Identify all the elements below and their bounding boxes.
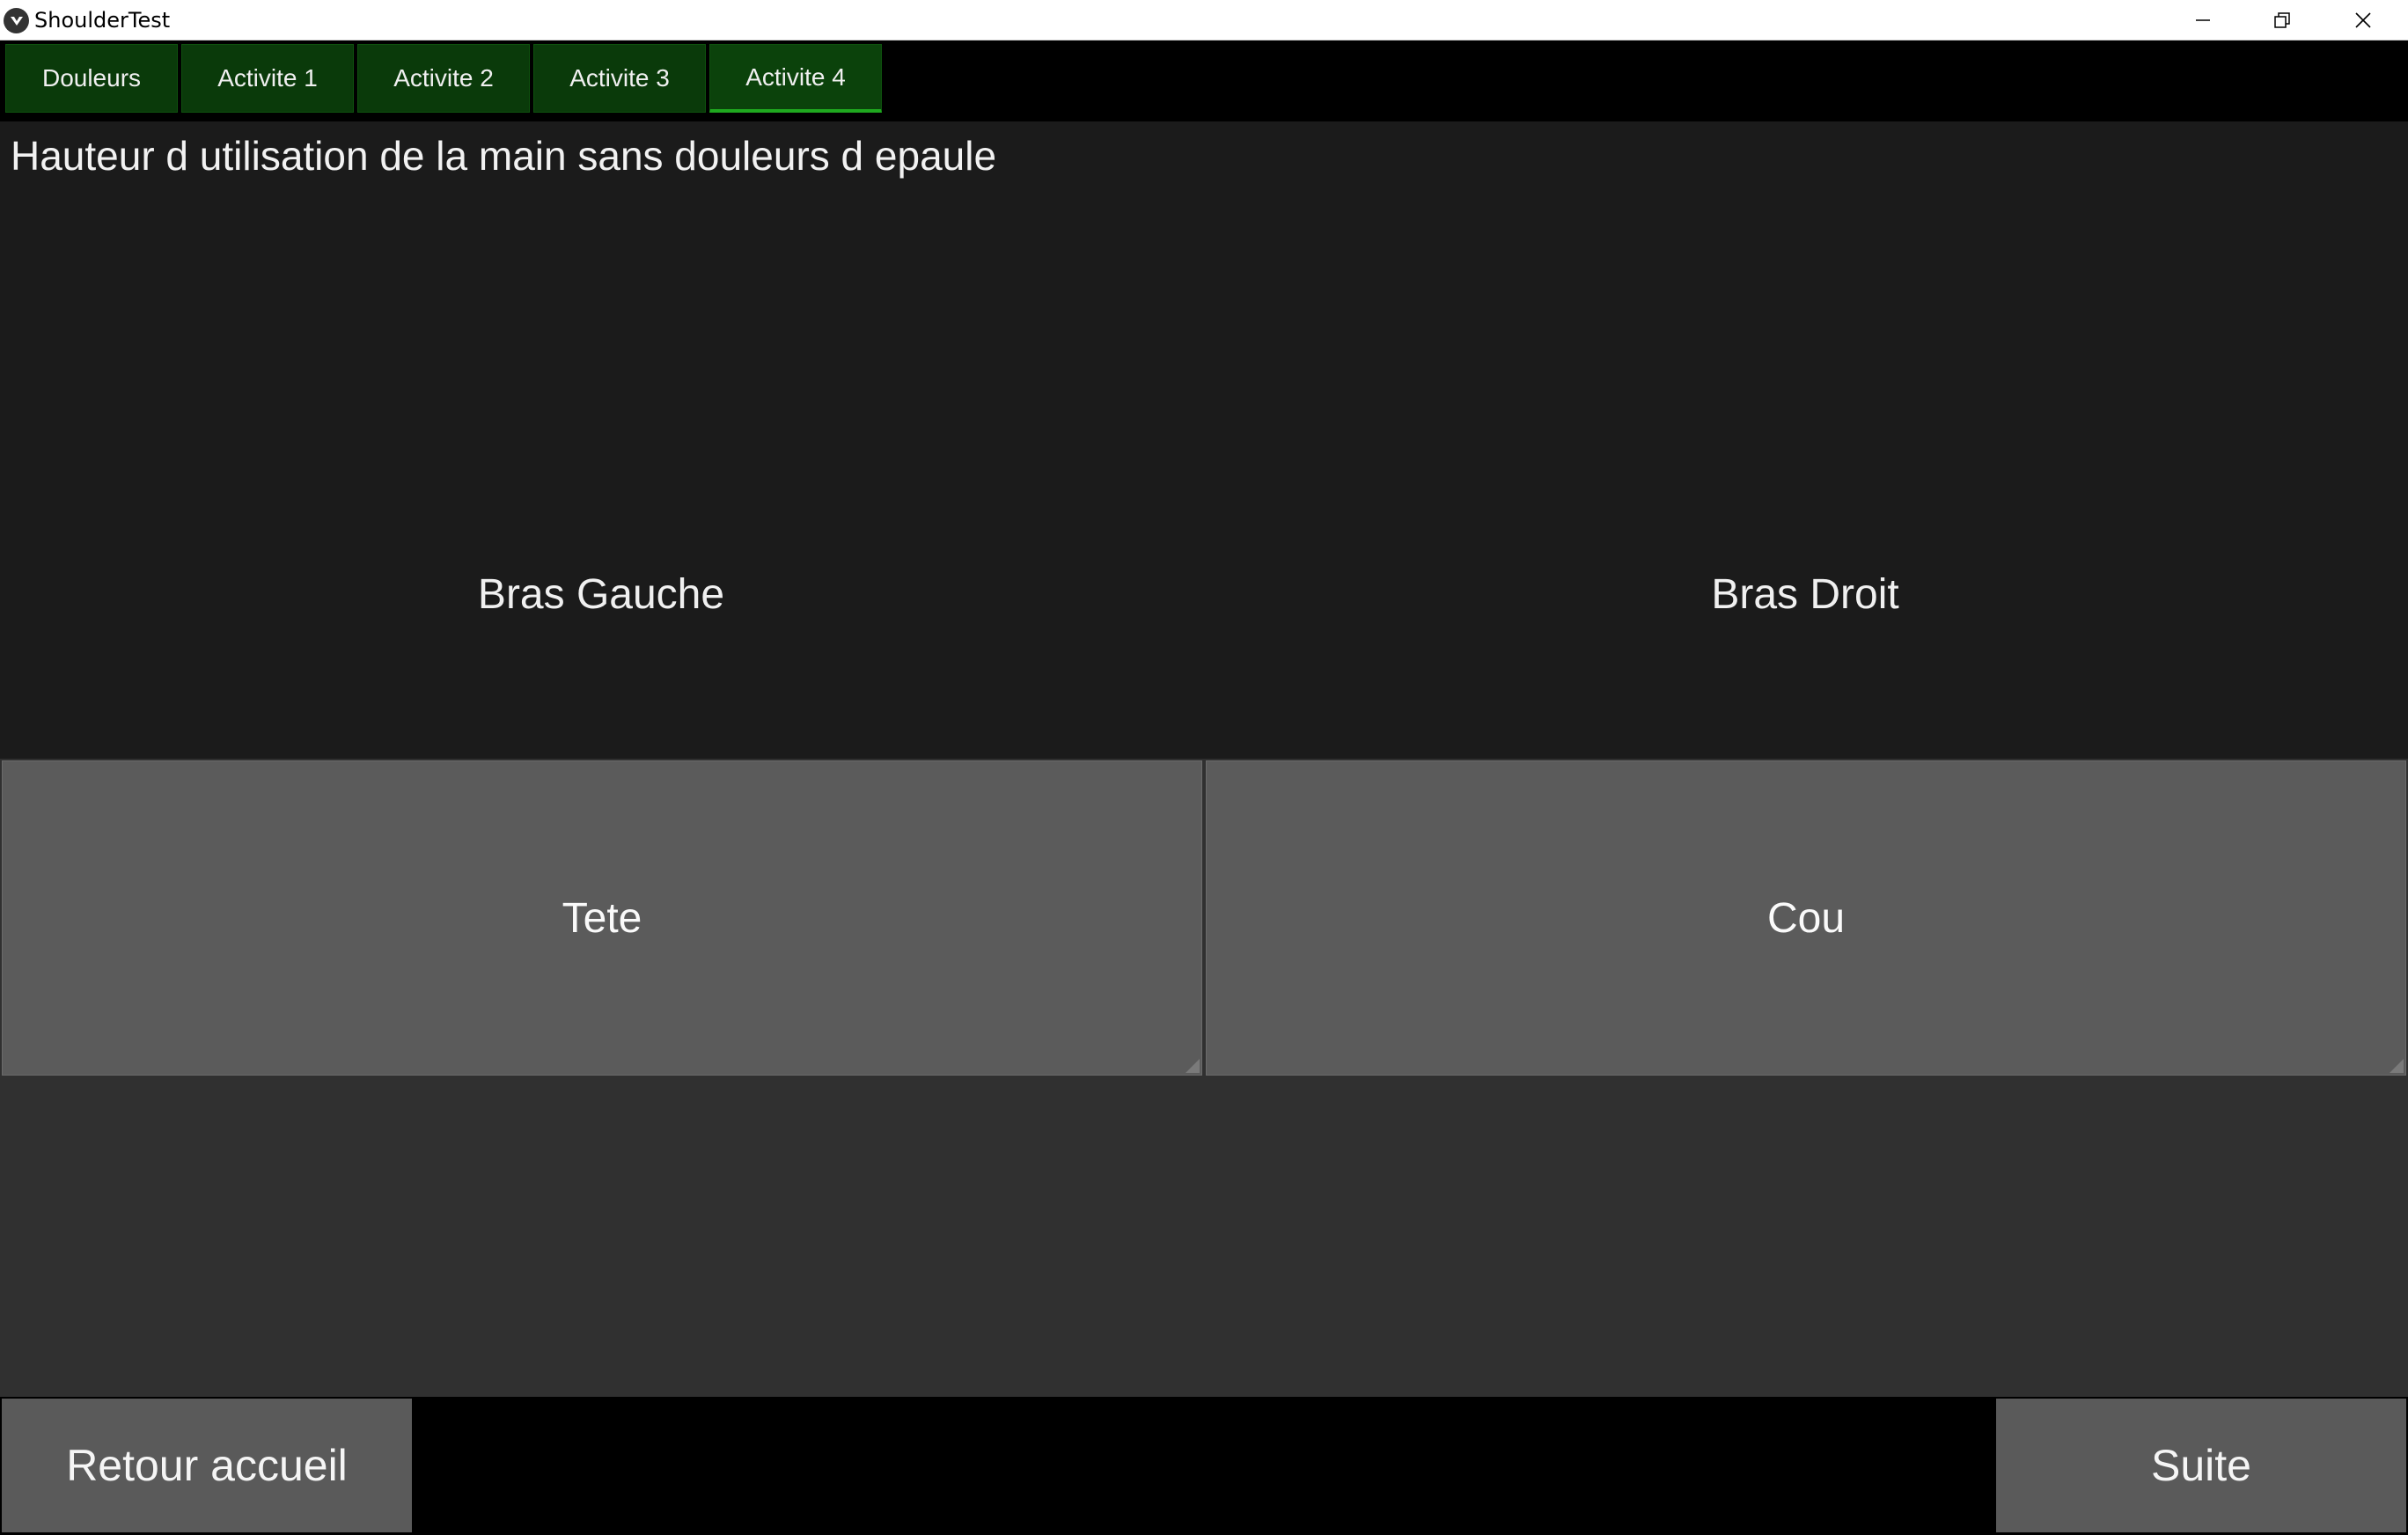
restore-icon[interactable] (2243, 0, 2322, 40)
window-title: ShoulderTest (34, 8, 171, 33)
minimize-icon[interactable] (2163, 0, 2243, 40)
dropdown-corner-icon (2390, 1059, 2404, 1073)
tab-activite-1[interactable]: Activite 1 (181, 44, 354, 113)
tab-douleurs[interactable]: Douleurs (5, 44, 178, 113)
tab-activite-2[interactable]: Activite 2 (357, 44, 530, 113)
question-panel: Hauteur d utilisation de la main sans do… (0, 121, 2408, 759)
main-content: Hauteur d utilisation de la main sans do… (0, 121, 2408, 1397)
back-home-button[interactable]: Retour accueil (2, 1399, 412, 1532)
dropdown-corner-icon (1186, 1059, 1200, 1073)
right-arm-label: Bras Droit (1711, 571, 1899, 618)
bottom-bar: Retour accueil Suite (0, 1397, 2408, 1535)
question-text: Hauteur d utilisation de la main sans do… (11, 133, 997, 179)
left-arm-label: Bras Gauche (477, 571, 725, 618)
next-button[interactable]: Suite (1996, 1399, 2406, 1532)
option-tete-label: Tete (562, 894, 642, 942)
option-cou-button[interactable]: Cou (1206, 760, 2406, 1076)
option-cou-label: Cou (1766, 894, 1846, 942)
tab-activite-3[interactable]: Activite 3 (533, 44, 706, 113)
option-tete-button[interactable]: Tete (2, 760, 1202, 1076)
tab-activite-4[interactable]: Activite 4 (709, 44, 882, 113)
window-titlebar: ShoulderTest (0, 0, 2408, 40)
app-icon (4, 8, 29, 33)
close-icon[interactable] (2324, 0, 2403, 40)
